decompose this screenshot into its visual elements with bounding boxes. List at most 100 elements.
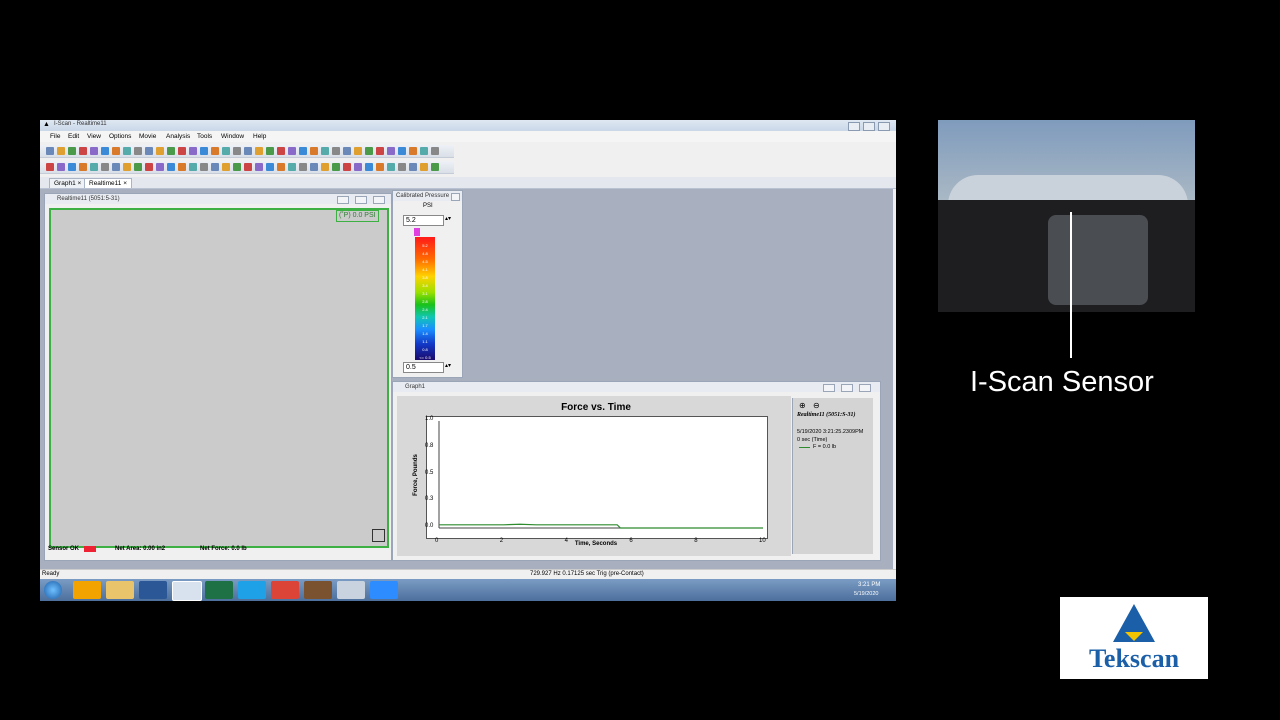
toolbar-button[interactable] bbox=[420, 163, 428, 171]
minimize-button[interactable] bbox=[848, 122, 860, 131]
toolbar-button[interactable] bbox=[343, 147, 351, 155]
toolbar-button[interactable] bbox=[178, 163, 186, 171]
toolbar-button[interactable] bbox=[244, 163, 252, 171]
toolbar-button[interactable] bbox=[101, 163, 109, 171]
toolbar-button[interactable] bbox=[288, 163, 296, 171]
app-icon[interactable] bbox=[304, 581, 332, 599]
toolbar-button[interactable] bbox=[145, 147, 153, 155]
toolbar-button[interactable] bbox=[189, 163, 197, 171]
realtime-minimize-button[interactable] bbox=[337, 196, 349, 204]
toolbar-button[interactable] bbox=[156, 163, 164, 171]
toolbar-button[interactable] bbox=[376, 147, 384, 155]
chrome-icon[interactable] bbox=[271, 581, 299, 599]
toolbar-button[interactable] bbox=[200, 147, 208, 155]
toolbar-button[interactable] bbox=[255, 163, 263, 171]
toolbar-button[interactable] bbox=[112, 147, 120, 155]
toolbar-button[interactable] bbox=[387, 163, 395, 171]
toolbar-button[interactable] bbox=[200, 163, 208, 171]
toolbar-button[interactable] bbox=[277, 163, 285, 171]
toolbar-button[interactable] bbox=[244, 147, 252, 155]
paint-icon[interactable] bbox=[337, 581, 365, 599]
excel-icon[interactable] bbox=[205, 581, 233, 599]
toolbar-button[interactable] bbox=[321, 147, 329, 155]
sensor-pressure-display[interactable] bbox=[49, 208, 389, 548]
word-icon[interactable] bbox=[139, 581, 167, 599]
menu-tools[interactable]: Tools bbox=[197, 133, 212, 140]
toolbar-button[interactable] bbox=[310, 163, 318, 171]
toolbar-button[interactable] bbox=[299, 163, 307, 171]
toolbar-button[interactable] bbox=[431, 163, 439, 171]
toolbar-button[interactable] bbox=[288, 147, 296, 155]
resize-corner[interactable] bbox=[372, 529, 385, 542]
toolbar-button[interactable] bbox=[310, 147, 318, 155]
toolbar-button[interactable] bbox=[57, 147, 65, 155]
toolbar-button[interactable] bbox=[90, 163, 98, 171]
menu-help[interactable]: Help bbox=[253, 133, 266, 140]
close-button[interactable] bbox=[878, 122, 890, 131]
toolbar-button[interactable] bbox=[167, 147, 175, 155]
toolbar-button[interactable] bbox=[376, 163, 384, 171]
iscan-taskbar-icon[interactable] bbox=[172, 581, 202, 601]
toolbar-button[interactable] bbox=[211, 163, 219, 171]
toolbar-button[interactable] bbox=[321, 163, 329, 171]
max-pressure-spinner[interactable]: ▴▾ bbox=[445, 215, 451, 222]
menu-options[interactable]: Options bbox=[109, 133, 131, 140]
toolbar-button[interactable] bbox=[68, 163, 76, 171]
toolbar-button[interactable] bbox=[354, 147, 362, 155]
toolbar-button[interactable] bbox=[57, 163, 65, 171]
toolbar-button[interactable] bbox=[365, 147, 373, 155]
menu-view[interactable]: View bbox=[87, 133, 101, 140]
realtime-close-button[interactable] bbox=[373, 196, 385, 204]
toolbar-button[interactable] bbox=[222, 147, 230, 155]
explorer-icon[interactable] bbox=[106, 581, 134, 599]
toolbar-button[interactable] bbox=[420, 147, 428, 155]
toolbar-button[interactable] bbox=[46, 147, 54, 155]
graph-close-button[interactable] bbox=[859, 384, 871, 392]
tab-graph1[interactable]: Graph1 × bbox=[49, 178, 87, 188]
toolbar-button[interactable] bbox=[255, 147, 263, 155]
toolbar-button[interactable] bbox=[266, 147, 274, 155]
toolbar-button[interactable] bbox=[387, 147, 395, 155]
toolbar-button[interactable] bbox=[365, 163, 373, 171]
tab-realtime11[interactable]: Realtime11 × bbox=[84, 178, 133, 188]
toolbar-button[interactable] bbox=[409, 163, 417, 171]
toolbar-button[interactable] bbox=[134, 163, 142, 171]
toolbar-button[interactable] bbox=[90, 147, 98, 155]
toolbar-button[interactable] bbox=[409, 147, 417, 155]
menu-window[interactable]: Window bbox=[221, 133, 244, 140]
menu-analysis[interactable]: Analysis bbox=[166, 133, 190, 140]
min-pressure-spinner[interactable]: ▴▾ bbox=[445, 362, 451, 369]
toolbar-button[interactable] bbox=[178, 147, 186, 155]
max-pressure-input[interactable]: 5.2 bbox=[403, 215, 444, 226]
toolbar-button[interactable] bbox=[46, 163, 54, 171]
toolbar-button[interactable] bbox=[123, 147, 131, 155]
graph-minimize-button[interactable] bbox=[823, 384, 835, 392]
start-button[interactable] bbox=[44, 581, 62, 599]
menu-file[interactable]: File bbox=[50, 133, 60, 140]
toolbar-button[interactable] bbox=[332, 147, 340, 155]
zoom-icon[interactable] bbox=[370, 581, 398, 599]
toolbar-button[interactable] bbox=[134, 147, 142, 155]
toolbar-button[interactable] bbox=[112, 163, 120, 171]
toolbar-button[interactable] bbox=[68, 147, 76, 155]
toolbar-button[interactable] bbox=[222, 163, 230, 171]
toolbar-button[interactable] bbox=[189, 147, 197, 155]
toolbar-button[interactable] bbox=[156, 147, 164, 155]
realtime-maximize-button[interactable] bbox=[355, 196, 367, 204]
menu-edit[interactable]: Edit bbox=[68, 133, 79, 140]
menu-movie[interactable]: Movie bbox=[139, 133, 156, 140]
toolbar-button[interactable] bbox=[398, 147, 406, 155]
toolbar-button[interactable] bbox=[233, 163, 241, 171]
toolbar-button[interactable] bbox=[145, 163, 153, 171]
toolbar-button[interactable] bbox=[123, 163, 131, 171]
toolbar-button[interactable] bbox=[398, 163, 406, 171]
ie-icon[interactable] bbox=[238, 581, 266, 599]
pressure-legend-close-button[interactable] bbox=[451, 193, 460, 201]
graph-maximize-button[interactable] bbox=[841, 384, 853, 392]
zoom-in-icon[interactable]: ⊕ bbox=[799, 401, 806, 410]
toolbar-button[interactable] bbox=[79, 147, 87, 155]
toolbar-button[interactable] bbox=[167, 163, 175, 171]
toolbar-button[interactable] bbox=[101, 147, 109, 155]
min-pressure-input[interactable]: 0.5 bbox=[403, 362, 444, 373]
maximize-button[interactable] bbox=[863, 122, 875, 131]
